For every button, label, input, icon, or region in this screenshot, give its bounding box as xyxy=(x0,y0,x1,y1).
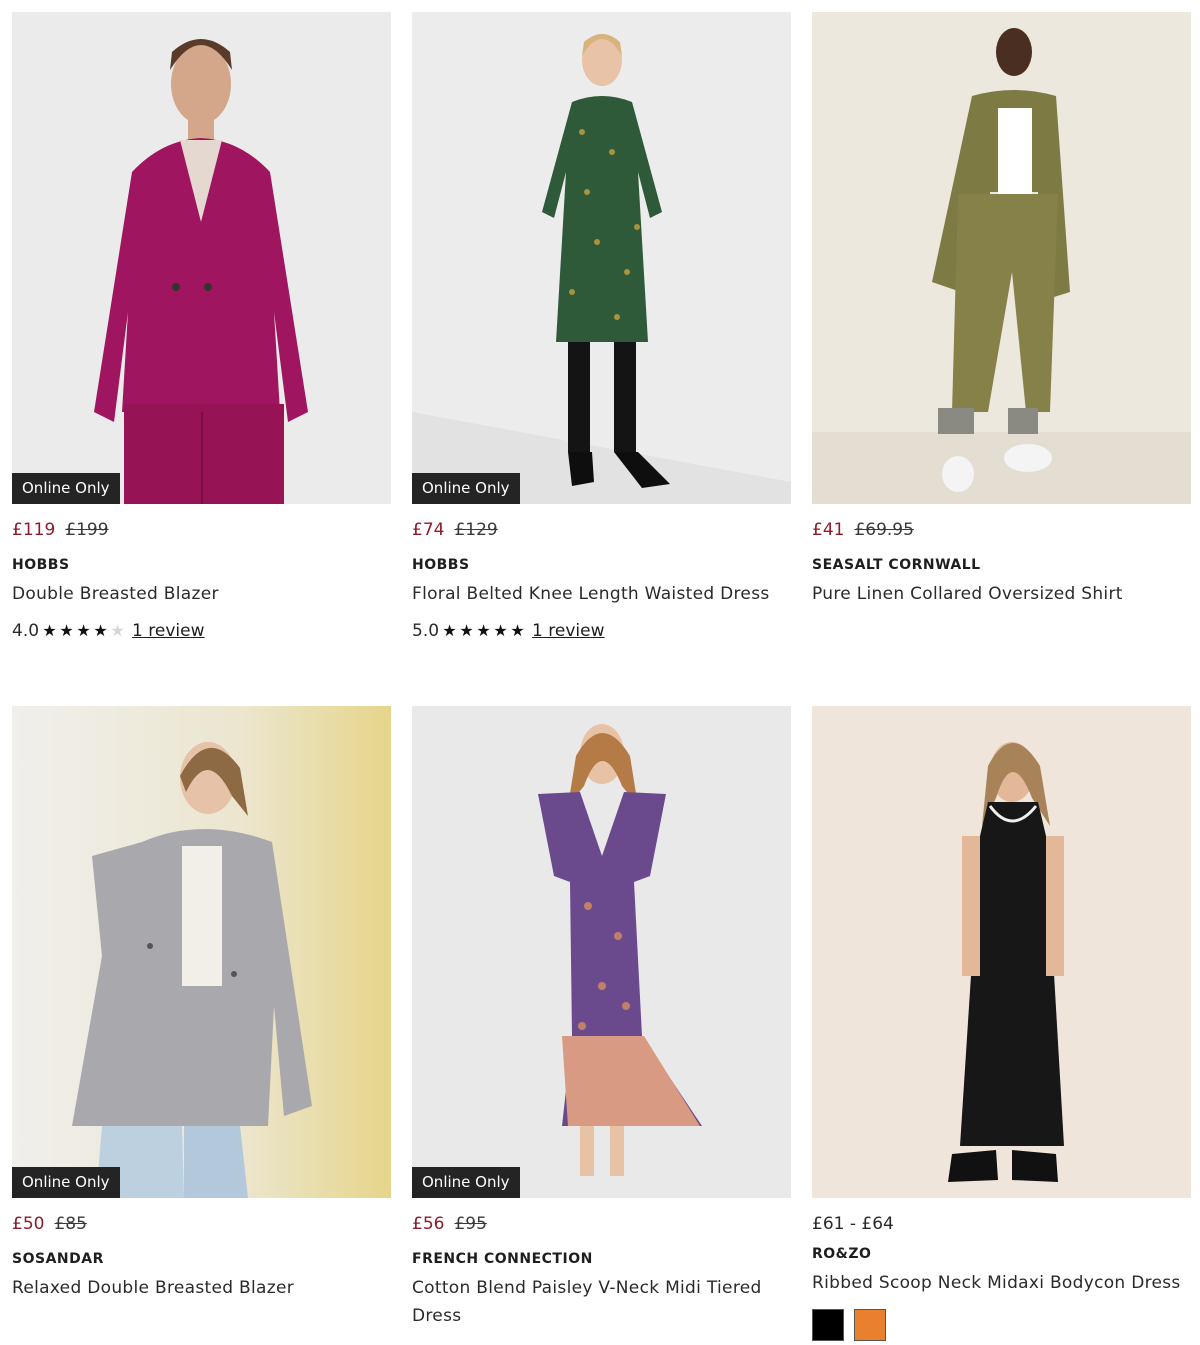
product-card[interactable]: Online Only £74 £129 HOBBS Floral Belted … xyxy=(412,12,791,642)
product-name[interactable]: Floral Belted Knee Length Waisted Dress xyxy=(412,580,791,608)
star-icon: ★ xyxy=(93,621,108,640)
model-black-ribbed-dress-photo xyxy=(812,706,1191,1198)
original-price: £95 xyxy=(454,1214,487,1234)
sale-price: £41 xyxy=(812,520,845,540)
star-icon: ★ xyxy=(510,621,525,640)
price: £119 £199 xyxy=(12,520,391,540)
product-image[interactable] xyxy=(812,12,1191,504)
sale-price: £74 xyxy=(412,520,445,540)
star-icon: ★ xyxy=(493,621,508,640)
online-only-badge: Online Only xyxy=(12,1167,120,1198)
product-card[interactable]: Online Only £56 £95 FRENCH CONNECTION Cot… xyxy=(412,706,791,1330)
model-magenta-blazer-photo xyxy=(12,12,391,504)
online-only-badge: Online Only xyxy=(12,473,120,504)
model-green-floral-dress-photo xyxy=(412,12,791,504)
sale-price: £56 xyxy=(412,1214,445,1234)
star-icon: ★ xyxy=(476,621,491,640)
review-link[interactable]: 1 review xyxy=(532,620,604,642)
online-only-badge: Online Only xyxy=(412,473,520,504)
colour-swatches xyxy=(812,1309,1191,1341)
original-price: £199 xyxy=(65,520,109,540)
star-icon: ★ xyxy=(76,621,91,640)
star-icon: ★ xyxy=(442,621,457,640)
price: £41 £69.95 xyxy=(812,520,1191,540)
star-icon: ★ xyxy=(42,621,57,640)
product-card[interactable]: Online Only £119 £199 HOBBS Double Breast… xyxy=(12,12,391,642)
star-icon: ★ xyxy=(59,621,74,640)
product-name[interactable]: Pure Linen Collared Oversized Shirt xyxy=(812,580,1191,608)
price: £50 £85 xyxy=(12,1214,391,1234)
product-image[interactable]: Online Only xyxy=(412,706,791,1198)
product-card[interactable]: Online Only £50 £85 SOSANDAR Relaxed Doub… xyxy=(12,706,391,1302)
review-link[interactable]: 1 review xyxy=(132,620,204,642)
original-price: £69.95 xyxy=(854,520,914,540)
star-rating: ★ ★ ★ ★ ★ xyxy=(441,620,526,642)
rating-row: 5.0 ★ ★ ★ ★ ★ 1 review xyxy=(412,620,791,642)
brand-name: HOBBS xyxy=(12,557,70,573)
product-name[interactable]: Double Breasted Blazer xyxy=(12,580,391,608)
brand-name: RO&ZO xyxy=(812,1246,872,1262)
sale-price: £119 xyxy=(12,520,56,540)
model-grey-blazer-photo xyxy=(12,706,391,1198)
price: £56 £95 xyxy=(412,1214,791,1234)
brand-name: SEASALT CORNWALL xyxy=(812,557,981,573)
swatch-orange[interactable] xyxy=(854,1309,886,1341)
model-paisley-midi-dress-photo xyxy=(412,706,791,1198)
original-price: £85 xyxy=(54,1214,87,1234)
product-card[interactable]: £41 £69.95 SEASALT CORNWALL Pure Linen Co… xyxy=(812,12,1191,608)
star-icon: ★ xyxy=(459,621,474,640)
brand-name: SOSANDAR xyxy=(12,1251,104,1267)
rating-value: 4.0 xyxy=(12,621,40,641)
brand-name: HOBBS xyxy=(412,557,470,573)
swatch-black[interactable] xyxy=(812,1309,844,1341)
price: £61 - £64 xyxy=(812,1214,1191,1234)
star-empty-icon: ★ xyxy=(110,621,125,640)
price: £74 £129 xyxy=(412,520,791,540)
product-name[interactable]: Ribbed Scoop Neck Midaxi Bodycon Dress xyxy=(812,1269,1191,1297)
original-price: £129 xyxy=(454,520,498,540)
brand-name: FRENCH CONNECTION xyxy=(412,1251,593,1267)
model-olive-linen-shirt-photo xyxy=(812,12,1191,504)
rating-row: 4.0 ★ ★ ★ ★ ★ 1 review xyxy=(12,620,391,642)
product-card[interactable]: £61 - £64 RO&ZO Ribbed Scoop Neck Midaxi… xyxy=(812,706,1191,1341)
product-image[interactable]: Online Only xyxy=(12,12,391,504)
star-rating: ★ ★ ★ ★ ★ xyxy=(41,620,126,642)
product-image[interactable]: Online Only xyxy=(12,706,391,1198)
product-name[interactable]: Cotton Blend Paisley V-Neck Midi Tiered … xyxy=(412,1274,791,1330)
price-range: £61 - £64 xyxy=(812,1214,894,1234)
rating-value: 5.0 xyxy=(412,621,440,641)
product-image[interactable]: Online Only xyxy=(412,12,791,504)
product-image[interactable] xyxy=(812,706,1191,1198)
sale-price: £50 xyxy=(12,1214,45,1234)
online-only-badge: Online Only xyxy=(412,1167,520,1198)
product-name[interactable]: Relaxed Double Breasted Blazer xyxy=(12,1274,391,1302)
